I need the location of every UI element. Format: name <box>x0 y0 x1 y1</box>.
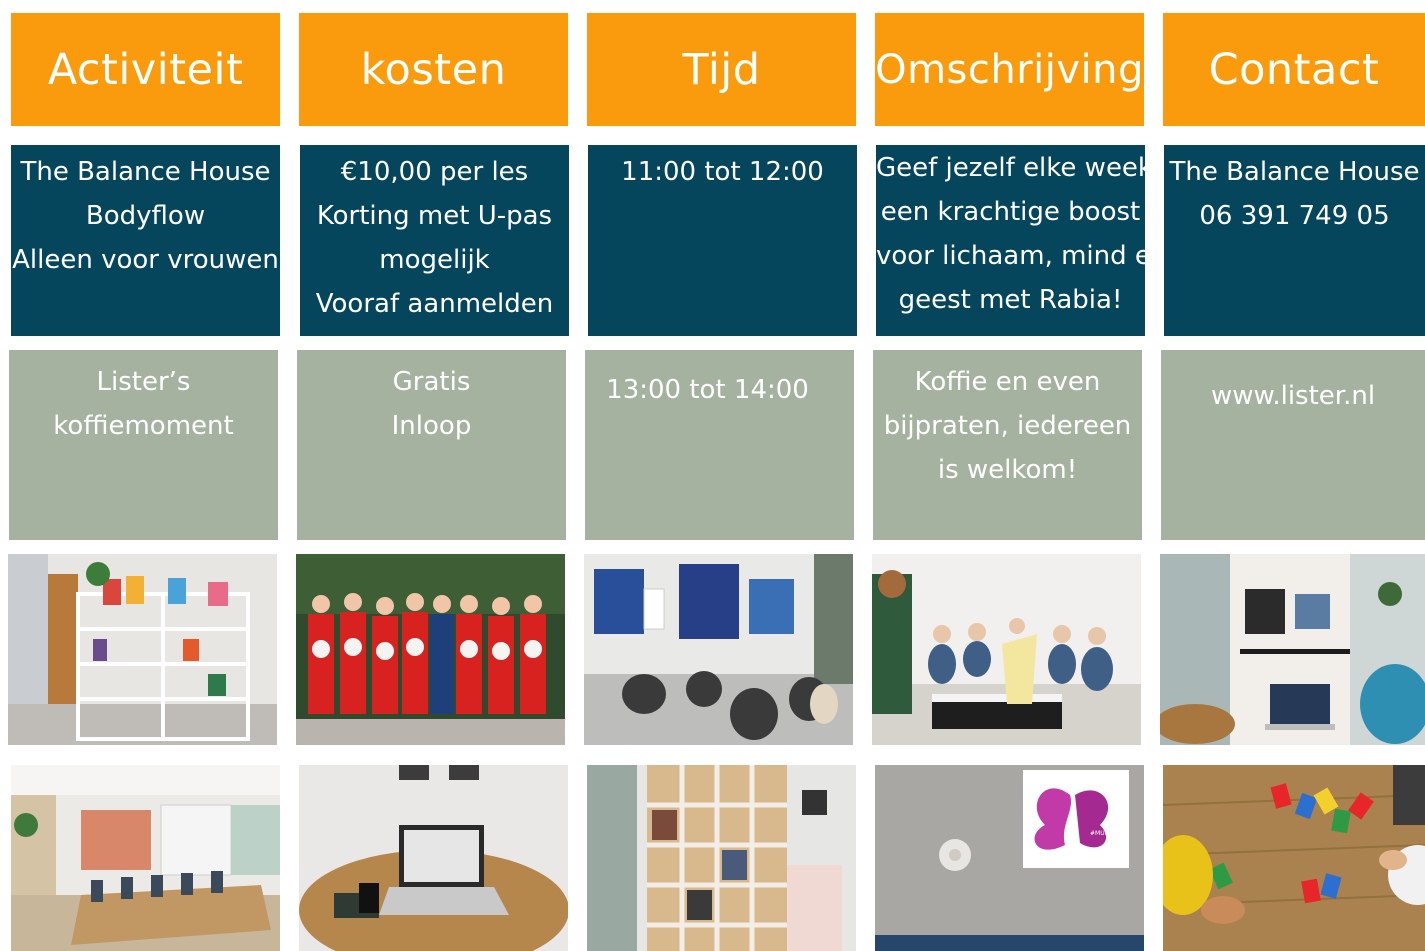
row1-contact-line: The Balance House <box>1169 157 1420 187</box>
row1-activity-line: Bodyflow <box>85 201 206 231</box>
row2-contact-text: www.lister.nl <box>1161 374 1425 418</box>
row2-contact-line: www.lister.nl <box>1210 381 1376 411</box>
row2-description-line: Koffie en even <box>914 367 1101 397</box>
row2-time-line: 13:00 tot 14:00 <box>606 375 809 405</box>
row2-activity-line: koffiemoment <box>53 411 234 441</box>
row1-activity-cell: The Balance House Bodyflow Alleen voor v… <box>11 145 280 336</box>
row1-activity-text: The Balance House Bodyflow Alleen voor v… <box>11 150 280 282</box>
header-description-label: Omschrijving <box>875 46 1144 93</box>
laptop-table-photo <box>299 765 568 951</box>
row1-contact-line: 06 391 749 05 <box>1199 201 1390 231</box>
header-activity: Activiteit <box>11 13 280 126</box>
row1-description-text: Geef jezelf elke week een krachtige boos… <box>876 146 1168 322</box>
workstation-photo <box>1160 554 1425 745</box>
header-activity-label: Activiteit <box>47 44 244 95</box>
row1-cost-line: €10,00 per les <box>340 157 529 187</box>
row1-cost-cell: €10,00 per les Korting met U-pas mogelij… <box>300 145 569 336</box>
row1-contact-cell: The Balance House 06 391 749 05 <box>1164 145 1425 336</box>
row2-cost-cell: Gratis Inloop <box>297 350 566 540</box>
cubby-shelf-photo <box>587 765 856 951</box>
row2-cost-text: Gratis Inloop <box>297 360 566 448</box>
bookshelf-photo <box>8 554 277 745</box>
header-cost: kosten <box>299 13 568 126</box>
row2-activity-text: Lister’s koffiemoment <box>9 360 278 448</box>
header-time-label: Tijd <box>682 44 761 95</box>
row1-contact-text: The Balance House 06 391 749 05 <box>1164 150 1425 238</box>
row2-time-text: 13:00 tot 14:00 <box>585 368 854 412</box>
header-time: Tijd <box>587 13 856 126</box>
row1-time-text: 11:00 tot 12:00 <box>588 150 857 194</box>
row1-activity-line: Alleen voor vrouwen <box>12 245 279 275</box>
classroom-photo <box>584 554 853 745</box>
row2-description-cell: Koffie en even bijpraten, iedereen is we… <box>873 350 1142 540</box>
row1-cost-line: Korting met U-pas <box>316 201 553 231</box>
row2-description-text: Koffie en even bijpraten, iedereen is we… <box>873 360 1142 492</box>
row1-description-line: geest met Rabia! <box>898 285 1123 315</box>
row1-activity-line: The Balance House <box>20 157 271 187</box>
row1-time-cell: 11:00 tot 12:00 <box>588 145 857 336</box>
music-group-photo <box>872 554 1141 745</box>
row1-description-line: voor lichaam, mind en <box>876 241 1168 271</box>
butterfly-poster-photo: #MUPNL <box>875 765 1144 951</box>
row1-cost-line: mogelijk <box>379 245 490 275</box>
row2-description-line: bijpraten, iedereen <box>883 411 1132 441</box>
row2-activity-line: Lister’s <box>96 367 191 397</box>
row1-cost-text: €10,00 per les Korting met U-pas mogelij… <box>300 150 569 326</box>
row1-time-line: 11:00 tot 12:00 <box>621 157 824 187</box>
row1-description-line: een krachtige boost <box>880 197 1141 227</box>
row2-time-cell: 13:00 tot 14:00 <box>585 350 854 540</box>
row1-description-cell: Geef jezelf elke week een krachtige boos… <box>876 145 1168 336</box>
dancers-photo <box>296 554 565 745</box>
row2-cost-line: Inloop <box>391 411 472 441</box>
header-cost-label: kosten <box>360 44 507 95</box>
community-room-photo <box>11 765 280 951</box>
card-game-photo <box>1163 765 1425 951</box>
header-contact: Contact <box>1163 13 1425 126</box>
row2-cost-line: Gratis <box>392 367 471 397</box>
header-description: Omschrijving <box>875 13 1144 126</box>
row2-activity-cell: Lister’s koffiemoment <box>9 350 278 540</box>
row1-cost-line: Vooraf aanmelden <box>315 289 554 319</box>
header-contact-label: Contact <box>1208 44 1380 95</box>
row2-contact-cell: www.lister.nl <box>1161 350 1425 540</box>
row2-description-line: is welkom! <box>937 455 1078 485</box>
row1-description-line: Geef jezelf elke week <box>876 153 1153 183</box>
poster-text: #MUPNL <box>1090 830 1117 837</box>
